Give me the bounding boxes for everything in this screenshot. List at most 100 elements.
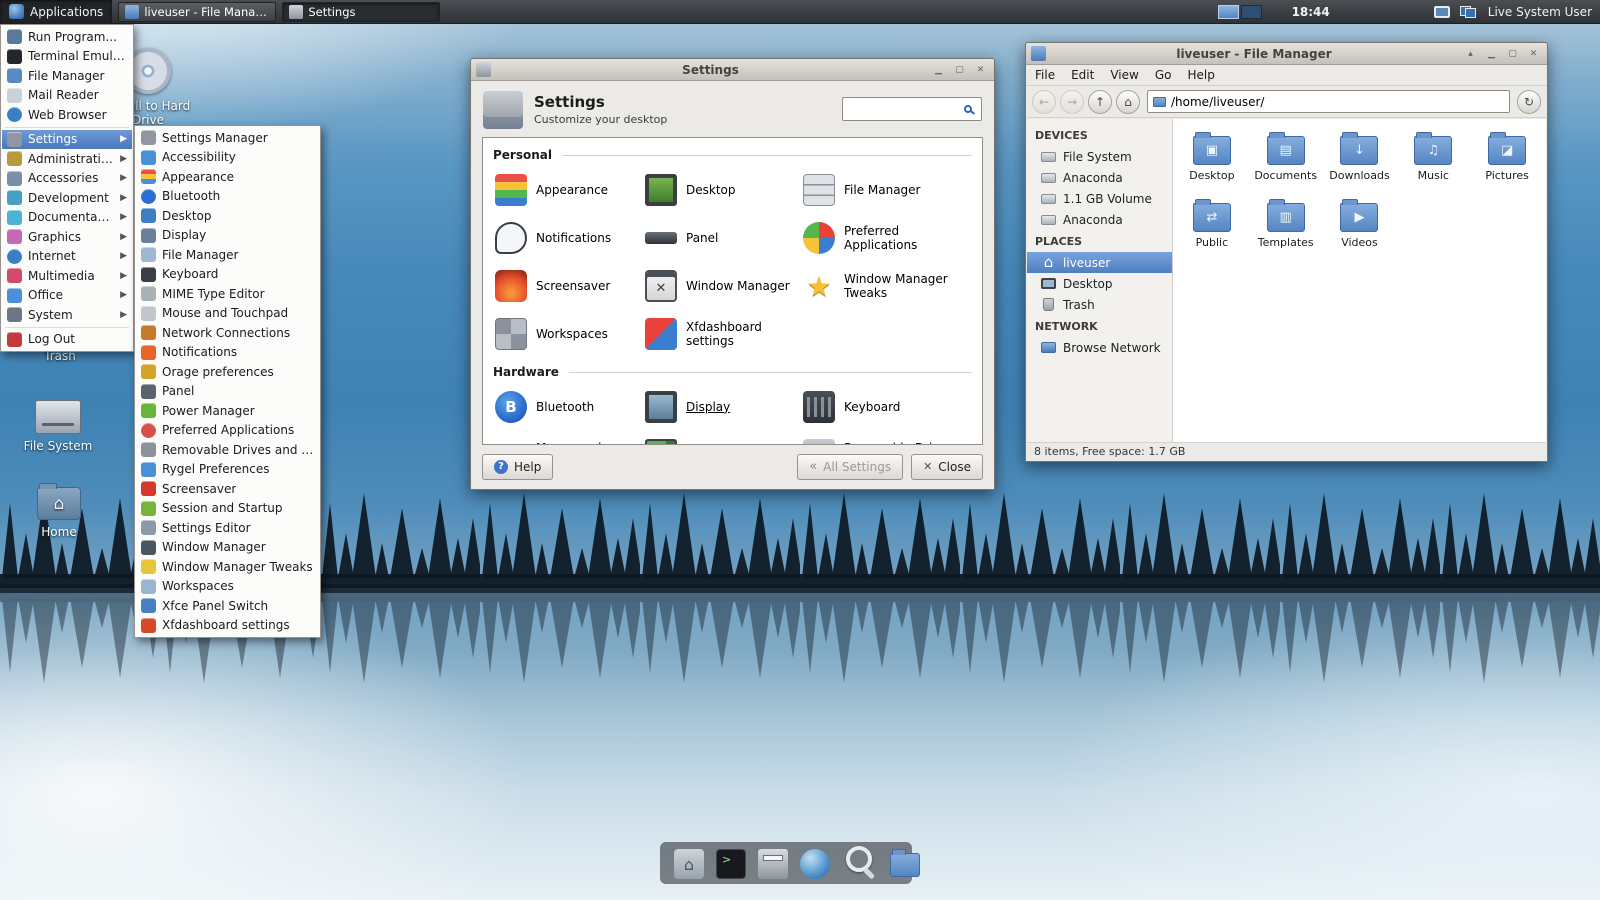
submenu-item-orage-preferences[interactable]: Orage preferences: [136, 362, 319, 382]
desktop-icon-home[interactable]: Home: [9, 482, 109, 539]
submenu-item-window-manager-tweaks[interactable]: Window Manager Tweaks: [136, 557, 319, 577]
close-icon[interactable]: ✕: [972, 62, 989, 77]
settings-tile-removable-drives[interactable]: Removable Drives and Media: [803, 436, 972, 444]
terminal-icon[interactable]: [716, 849, 746, 879]
maximize-icon[interactable]: ▢: [951, 62, 968, 77]
minimize-icon[interactable]: ▁: [1483, 46, 1500, 61]
submenu-item-rygel-preferences[interactable]: Rygel Preferences: [136, 460, 319, 480]
workspace-2[interactable]: [1240, 4, 1262, 19]
submenu-item-preferred-applications[interactable]: Preferred Applications: [136, 421, 319, 441]
search-icon[interactable]: [842, 843, 878, 879]
close-button[interactable]: ✕ Close: [911, 453, 983, 480]
settings-tile-notifications[interactable]: Notifications: [495, 219, 645, 257]
menu-edit[interactable]: Edit: [1071, 68, 1094, 82]
up-icon[interactable]: ↑: [1088, 89, 1112, 114]
folder-downloads[interactable]: Downloads: [1323, 127, 1397, 186]
menu-item-office[interactable]: Office ▶: [2, 286, 132, 306]
web-browser-icon[interactable]: [800, 849, 830, 879]
maximize-icon[interactable]: ▢: [1504, 46, 1521, 61]
settings-tile-keyboard[interactable]: Keyboard: [803, 388, 972, 426]
submenu-item-xfce-panel-switch[interactable]: Xfce Panel Switch: [136, 596, 319, 616]
submenu-item-session-startup[interactable]: Session and Startup: [136, 499, 319, 519]
submenu-item-xfdashboard-settings[interactable]: Xfdashboard settings: [136, 616, 319, 636]
settings-tile-display[interactable]: Display: [645, 388, 803, 426]
submenu-item-workspaces[interactable]: Workspaces: [136, 577, 319, 597]
submenu-item-desktop[interactable]: Desktop: [136, 206, 319, 226]
settings-tile-window-manager[interactable]: Window Manager: [645, 267, 803, 305]
submenu-item-screensaver[interactable]: Screensaver: [136, 479, 319, 499]
clock[interactable]: 18:44: [1292, 5, 1330, 19]
folder-documents[interactable]: Documents: [1249, 127, 1323, 186]
settings-tile-workspaces[interactable]: Workspaces: [495, 315, 645, 353]
submenu-item-removable-drives[interactable]: Removable Drives and Media: [136, 440, 319, 460]
search-icon[interactable]: [964, 105, 972, 113]
sidebar-item-trash[interactable]: Trash: [1027, 294, 1172, 315]
submenu-item-power-manager[interactable]: Power Manager: [136, 401, 319, 421]
submenu-item-appearance[interactable]: Appearance: [136, 167, 319, 187]
submenu-item-bluetooth[interactable]: Bluetooth: [136, 187, 319, 207]
settings-window-titlebar[interactable]: Settings ▁ ▢ ✕: [471, 59, 994, 81]
folder-templates[interactable]: Templates: [1249, 194, 1323, 253]
menu-help[interactable]: Help: [1187, 68, 1214, 82]
shade-icon[interactable]: ▴: [1462, 46, 1479, 61]
settings-tile-appearance[interactable]: Appearance: [495, 171, 645, 209]
display-icon[interactable]: [1433, 5, 1450, 18]
submenu-item-network-connections[interactable]: Network Connections: [136, 323, 319, 343]
sidebar-item-file-system[interactable]: File System: [1027, 146, 1172, 167]
menu-item-run-program[interactable]: Run Program...: [2, 27, 132, 47]
folder-music[interactable]: Music: [1396, 127, 1470, 186]
menu-item-terminal[interactable]: Terminal Emulator: [2, 47, 132, 67]
settings-tile-window-manager-tweaks[interactable]: Window Manager Tweaks: [803, 267, 972, 305]
settings-tile-bluetooth[interactable]: Bluetooth: [495, 388, 645, 426]
sidebar-item-anaconda-1[interactable]: Anaconda: [1027, 167, 1172, 188]
forward-icon[interactable]: →: [1060, 89, 1084, 114]
settings-tile-mouse-touchpad[interactable]: Mouse and Touchpad: [495, 436, 645, 444]
sidebar-item-browse-network[interactable]: Browse Network: [1027, 337, 1172, 358]
close-icon[interactable]: ✕: [1525, 46, 1542, 61]
menu-item-mail-reader[interactable]: Mail Reader: [2, 86, 132, 106]
menu-item-administration[interactable]: Administration ▶: [2, 149, 132, 169]
menu-item-file-manager[interactable]: File Manager: [2, 66, 132, 86]
menu-item-system[interactable]: System ▶: [2, 305, 132, 325]
printer-icon[interactable]: [758, 849, 788, 879]
submenu-item-settings-editor[interactable]: Settings Editor: [136, 518, 319, 538]
menu-file[interactable]: File: [1035, 68, 1055, 82]
submenu-item-display[interactable]: Display: [136, 226, 319, 246]
folder-pictures[interactable]: Pictures: [1470, 127, 1544, 186]
applications-menu-button[interactable]: Applications: [0, 0, 113, 24]
menu-go[interactable]: Go: [1155, 68, 1172, 82]
workspace-1[interactable]: [1217, 4, 1239, 19]
sidebar-item-liveuser[interactable]: ⌂ liveuser: [1027, 252, 1172, 273]
sidebar-item-volume[interactable]: 1.1 GB Volume: [1027, 188, 1172, 209]
settings-tile-preferred-applications[interactable]: Preferred Applications: [803, 219, 972, 257]
settings-tile-file-manager[interactable]: File Manager: [803, 171, 972, 209]
submenu-item-panel[interactable]: Panel: [136, 382, 319, 402]
menu-item-multimedia[interactable]: Multimedia ▶: [2, 266, 132, 286]
submenu-item-mouse-touchpad[interactable]: Mouse and Touchpad: [136, 304, 319, 324]
menu-item-documentation[interactable]: Documentation ▶: [2, 208, 132, 228]
submenu-item-settings-manager[interactable]: Settings Manager: [136, 128, 319, 148]
menu-item-settings[interactable]: Settings ▶: [2, 129, 132, 149]
submenu-item-file-manager[interactable]: File Manager: [136, 245, 319, 265]
minimize-icon[interactable]: ▁: [930, 62, 947, 77]
taskbar-button-file-manager[interactable]: liveuser - File Manager: [118, 1, 277, 22]
settings-tile-desktop[interactable]: Desktop: [645, 171, 803, 209]
settings-tile-xfdashboard[interactable]: Xfdashboard settings: [645, 315, 803, 353]
folder-desktop[interactable]: Desktop: [1175, 127, 1249, 186]
menu-item-development[interactable]: Development ▶: [2, 188, 132, 208]
file-manager-icon[interactable]: [674, 849, 704, 879]
menu-item-internet[interactable]: Internet ▶: [2, 247, 132, 267]
submenu-item-mime-type-editor[interactable]: MIME Type Editor: [136, 284, 319, 304]
menu-item-log-out[interactable]: Log Out: [2, 330, 132, 350]
back-icon[interactable]: ←: [1032, 89, 1056, 114]
all-settings-button[interactable]: « All Settings: [797, 453, 904, 480]
settings-tile-power-manager[interactable]: Power Manager: [645, 436, 803, 444]
path-input[interactable]: [1171, 94, 1504, 109]
help-button[interactable]: ? Help: [482, 453, 554, 480]
submenu-item-accessibility[interactable]: Accessibility: [136, 148, 319, 168]
menu-view[interactable]: View: [1110, 68, 1138, 82]
search-input[interactable]: [849, 102, 964, 116]
menu-item-accessories[interactable]: Accessories ▶: [2, 169, 132, 189]
desktop-icon-file-system[interactable]: File System: [8, 394, 108, 453]
settings-tile-screensaver[interactable]: Screensaver: [495, 267, 645, 305]
